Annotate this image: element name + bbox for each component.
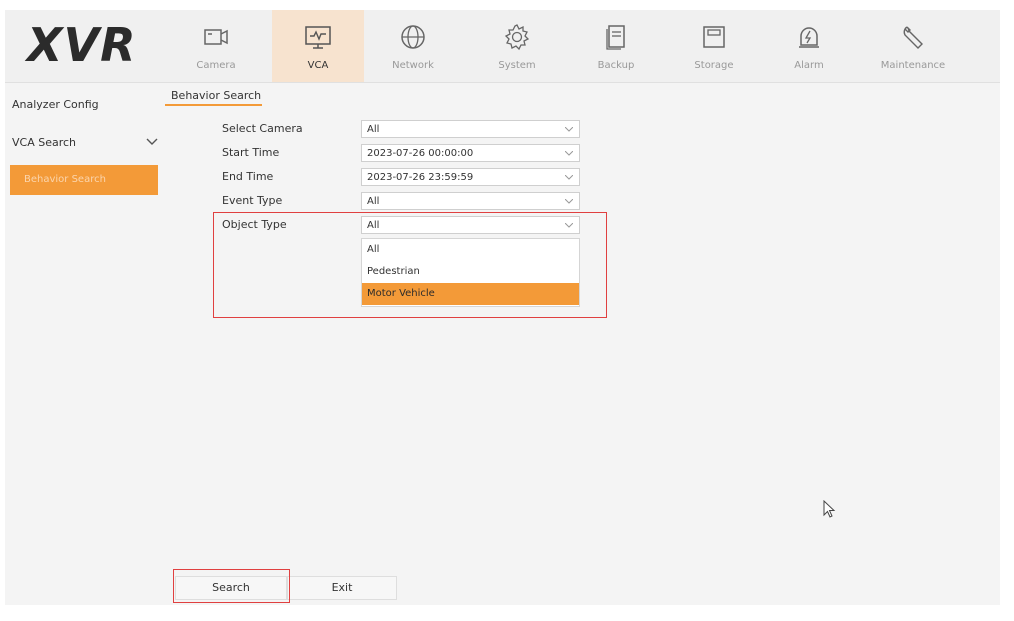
chevron-down-icon xyxy=(565,151,573,156)
start-time-value: 2023-07-26 00:00:00 xyxy=(367,148,474,159)
nav-tab-storage[interactable]: Storage xyxy=(668,10,760,82)
globe-icon xyxy=(401,25,425,49)
sidebar xyxy=(5,83,163,605)
search-highlight-box xyxy=(173,569,290,603)
end-time-field[interactable]: 2023-07-26 23:59:59 xyxy=(361,168,580,186)
exit-button[interactable]: Exit xyxy=(287,576,397,600)
nav-tab-label: Camera xyxy=(196,60,236,71)
sidebar-item-vca-search[interactable]: VCA Search xyxy=(12,136,76,149)
camera-icon xyxy=(204,29,228,45)
sidebar-item-behavior-search[interactable]: Behavior Search xyxy=(10,165,158,195)
chevron-down-icon xyxy=(565,199,573,204)
hdd-icon xyxy=(703,26,725,48)
nav-tab-label: Storage xyxy=(694,60,734,71)
select-camera-value: All xyxy=(367,124,380,135)
nav-tab-label: Alarm xyxy=(794,60,824,71)
top-nav-bar: XVR Camera VCA Network System Backup Sto… xyxy=(5,10,1000,83)
end-time-label: End Time xyxy=(222,170,274,183)
chevron-down-icon[interactable] xyxy=(145,137,159,147)
nav-tab-vca[interactable]: VCA xyxy=(272,10,364,82)
object-type-highlight-box xyxy=(213,212,607,318)
xvr-logo: XVR xyxy=(27,18,137,72)
tab-behavior-search[interactable]: Behavior Search xyxy=(171,89,261,102)
nav-tab-label: System xyxy=(498,60,536,71)
nav-tab-alarm[interactable]: Alarm xyxy=(763,10,855,82)
nav-tab-system[interactable]: System xyxy=(471,10,563,82)
sidebar-item-analyzer-config[interactable]: Analyzer Config xyxy=(12,98,99,111)
nav-tab-network[interactable]: Network xyxy=(367,10,459,82)
gear-icon xyxy=(504,24,530,51)
nav-tab-label: Maintenance xyxy=(880,60,946,71)
select-camera-label: Select Camera xyxy=(222,122,303,135)
event-type-value: All xyxy=(367,196,380,207)
monitor-icon xyxy=(305,26,331,49)
document-icon xyxy=(606,25,625,50)
event-type-dropdown[interactable]: All xyxy=(361,192,580,210)
chevron-down-icon xyxy=(565,127,573,132)
wrench-icon xyxy=(903,26,923,49)
nav-tab-label: Network xyxy=(392,60,434,71)
nav-tab-camera[interactable]: Camera xyxy=(170,10,262,82)
tab-underline xyxy=(165,104,262,106)
end-time-value: 2023-07-26 23:59:59 xyxy=(367,172,474,183)
start-time-field[interactable]: 2023-07-26 00:00:00 xyxy=(361,144,580,162)
chevron-down-icon xyxy=(565,175,573,180)
nav-tab-backup[interactable]: Backup xyxy=(570,10,662,82)
app-window: XVR Camera VCA Network System Backup Sto… xyxy=(5,10,1000,605)
start-time-label: Start Time xyxy=(222,146,280,159)
nav-tab-label: VCA xyxy=(307,60,329,71)
nav-tab-maintenance[interactable]: Maintenance xyxy=(867,10,959,82)
select-camera-dropdown[interactable]: All xyxy=(361,120,580,138)
event-type-label: Event Type xyxy=(222,194,283,207)
alarm-icon xyxy=(799,27,819,48)
nav-tab-label: Backup xyxy=(597,60,635,71)
mouse-cursor-icon xyxy=(823,500,836,518)
